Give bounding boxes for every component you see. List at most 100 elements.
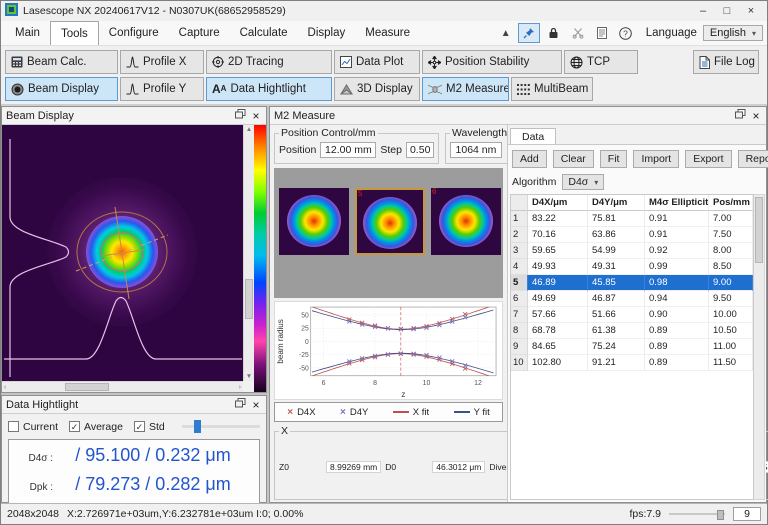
- toolbar-button-m2-measure[interactable]: M2 Measure: [422, 77, 509, 101]
- tab-data[interactable]: Data: [510, 128, 556, 144]
- toolbar-button-multibeam[interactable]: MultiBeam: [511, 77, 593, 101]
- toolbar-button-3d-display[interactable]: 3D Display: [334, 77, 420, 101]
- beam-thumbnail-2[interactable]: 5: [355, 188, 425, 255]
- slider-thumb[interactable]: [717, 510, 724, 520]
- beam-thumbnail-1[interactable]: [279, 188, 349, 255]
- opacity-slider[interactable]: [182, 425, 260, 428]
- toolbar-button-tcp[interactable]: TCP: [564, 50, 638, 74]
- slider-thumb[interactable]: [194, 420, 201, 433]
- toolbar-button-position-stability[interactable]: Position Stability: [422, 50, 562, 74]
- toolbar-button-profile-y[interactable]: Profile Y: [120, 77, 204, 101]
- export-button[interactable]: Export: [685, 150, 731, 168]
- help-icon[interactable]: ?: [616, 24, 636, 42]
- menu-bar: MainToolsConfigureCaptureCalculateDispla…: [1, 21, 767, 46]
- frame-average-input[interactable]: 9: [733, 507, 761, 521]
- restore-icon[interactable]: [735, 109, 746, 122]
- language-dropdown[interactable]: English▾: [703, 25, 763, 41]
- minimize-button[interactable]: –: [691, 5, 715, 17]
- checkbox-current[interactable]: Current: [8, 421, 58, 433]
- vertical-scrollbar[interactable]: ▲ ▼: [243, 125, 254, 381]
- toolbar-button-profile-x[interactable]: Profile X: [120, 50, 204, 74]
- toolbar-button-data-hightlight[interactable]: AAData Hightlight: [206, 77, 332, 101]
- scrollbar-thumb[interactable]: [65, 383, 109, 391]
- toolbar-button-beam-calc[interactable]: Beam Calc.: [5, 50, 118, 74]
- scroll-left-icon[interactable]: ‹: [4, 382, 6, 392]
- lock-icon[interactable]: [544, 24, 564, 42]
- scissors-icon[interactable]: [568, 24, 588, 42]
- table-row[interactable]: 868.7861.380.8910.50: [511, 323, 753, 339]
- step-label: Step: [380, 144, 402, 156]
- menu-item-tools[interactable]: Tools: [50, 21, 99, 45]
- pin-icon[interactable]: [518, 23, 540, 43]
- menu-item-measure[interactable]: Measure: [355, 21, 420, 45]
- toolbar-button-2d-tracing[interactable]: 2D Tracing: [206, 50, 332, 74]
- thumbnail-index-label: 6: [432, 187, 436, 196]
- wavelength-input[interactable]: 1064 nm: [450, 142, 502, 158]
- checkbox-std[interactable]: ✓Std: [134, 421, 165, 433]
- data-plot-icon: [340, 56, 352, 68]
- toolbar-button-data-plot[interactable]: Data Plot: [334, 50, 420, 74]
- table-row[interactable]: 270.1663.860.917.50: [511, 227, 753, 243]
- maximize-button[interactable]: □: [715, 5, 739, 17]
- menu-item-display[interactable]: Display: [298, 21, 356, 45]
- menu-item-capture[interactable]: Capture: [169, 21, 230, 45]
- scroll-down-icon[interactable]: ▼: [244, 372, 254, 381]
- svg-text:25: 25: [301, 326, 309, 333]
- svg-text:10: 10: [423, 380, 431, 387]
- profile-icon: [126, 83, 139, 95]
- restore-icon[interactable]: [235, 398, 246, 411]
- status-bar: 2048x2048 X:2.726971e+03um,Y:6.232781e+0…: [1, 503, 767, 524]
- scroll-right-icon[interactable]: ›: [239, 382, 241, 392]
- table-row[interactable]: 449.9349.310.998.50: [511, 259, 753, 275]
- table-row[interactable]: 10102.8091.210.8911.50: [511, 355, 753, 371]
- wavelength-group: Wavelength 1064 nm: [445, 127, 514, 164]
- beam-thumbnails-strip: 56: [274, 168, 503, 298]
- scroll-up-icon[interactable]: ▲: [244, 125, 254, 134]
- fit-button[interactable]: Fit: [600, 150, 628, 168]
- thumbnail-beam-spot: [363, 197, 417, 249]
- algorithm-dropdown[interactable]: D4σ ▾: [562, 174, 604, 190]
- table-row[interactable]: 984.6575.240.8911.00: [511, 339, 753, 355]
- table-row[interactable]: 649.6946.870.949.50: [511, 291, 753, 307]
- fps-slider[interactable]: [669, 513, 725, 515]
- restore-icon[interactable]: [235, 109, 246, 122]
- group-legend: Wavelength: [450, 127, 509, 139]
- svg-text:8: 8: [373, 380, 377, 387]
- data-actions: Add Clear Fit Import Export Report: [508, 145, 766, 170]
- scrollbar-thumb[interactable]: [755, 197, 763, 263]
- menu-item-main[interactable]: Main: [5, 21, 50, 45]
- report-button[interactable]: Report: [738, 150, 768, 168]
- table-row[interactable]: 359.6554.990.928.00: [511, 243, 753, 259]
- close-icon[interactable]: ×: [250, 109, 262, 123]
- table-scrollbar[interactable]: [754, 194, 765, 500]
- close-button[interactable]: ×: [739, 5, 763, 17]
- table-row[interactable]: 757.6651.660.9010.00: [511, 307, 753, 323]
- clear-button[interactable]: Clear: [553, 150, 594, 168]
- checkbox-average[interactable]: ✓Average: [69, 421, 123, 433]
- measurement-table: D4X/μmD4Y/μmM4σ EllipticitPos/mm183.2275…: [510, 194, 754, 500]
- toolbar-button-file-log[interactable]: File Log: [693, 50, 759, 74]
- import-button[interactable]: Import: [633, 150, 679, 168]
- close-icon[interactable]: ×: [750, 109, 762, 123]
- toolbar-button-beam-display[interactable]: Beam Display: [5, 77, 118, 101]
- thumbnail-index-label: 5: [358, 189, 362, 198]
- scrollbar-thumb[interactable]: [245, 279, 253, 319]
- menu-item-configure[interactable]: Configure: [99, 21, 169, 45]
- horizontal-scrollbar[interactable]: ‹ ›: [2, 381, 243, 392]
- m2-measure-panel: M2 Measure × Position Control/mm Positio…: [269, 106, 767, 503]
- beam-thumbnail-3[interactable]: 6: [431, 188, 501, 255]
- add-button[interactable]: Add: [512, 150, 547, 168]
- table-row[interactable]: 546.8945.850.989.00: [511, 275, 753, 291]
- position-input[interactable]: 12.00 mm: [320, 142, 376, 158]
- collapse-toolbar-icon[interactable]: ▲: [498, 24, 514, 42]
- caustic-chart: 681012-50-2502550zbeam radius: [274, 301, 503, 400]
- close-icon[interactable]: ×: [250, 398, 262, 412]
- beam-image[interactable]: [2, 125, 243, 381]
- table-row[interactable]: 183.2275.810.917.00: [511, 211, 753, 227]
- log-page-icon[interactable]: [592, 24, 612, 42]
- target-icon: [212, 56, 224, 68]
- step-input[interactable]: 0.50: [406, 142, 434, 158]
- menu-item-calculate[interactable]: Calculate: [230, 21, 298, 45]
- highlight-row: Dpk :/ 79.273 / 0.282 μm: [15, 474, 253, 503]
- font-a-icon: AA: [212, 83, 226, 95]
